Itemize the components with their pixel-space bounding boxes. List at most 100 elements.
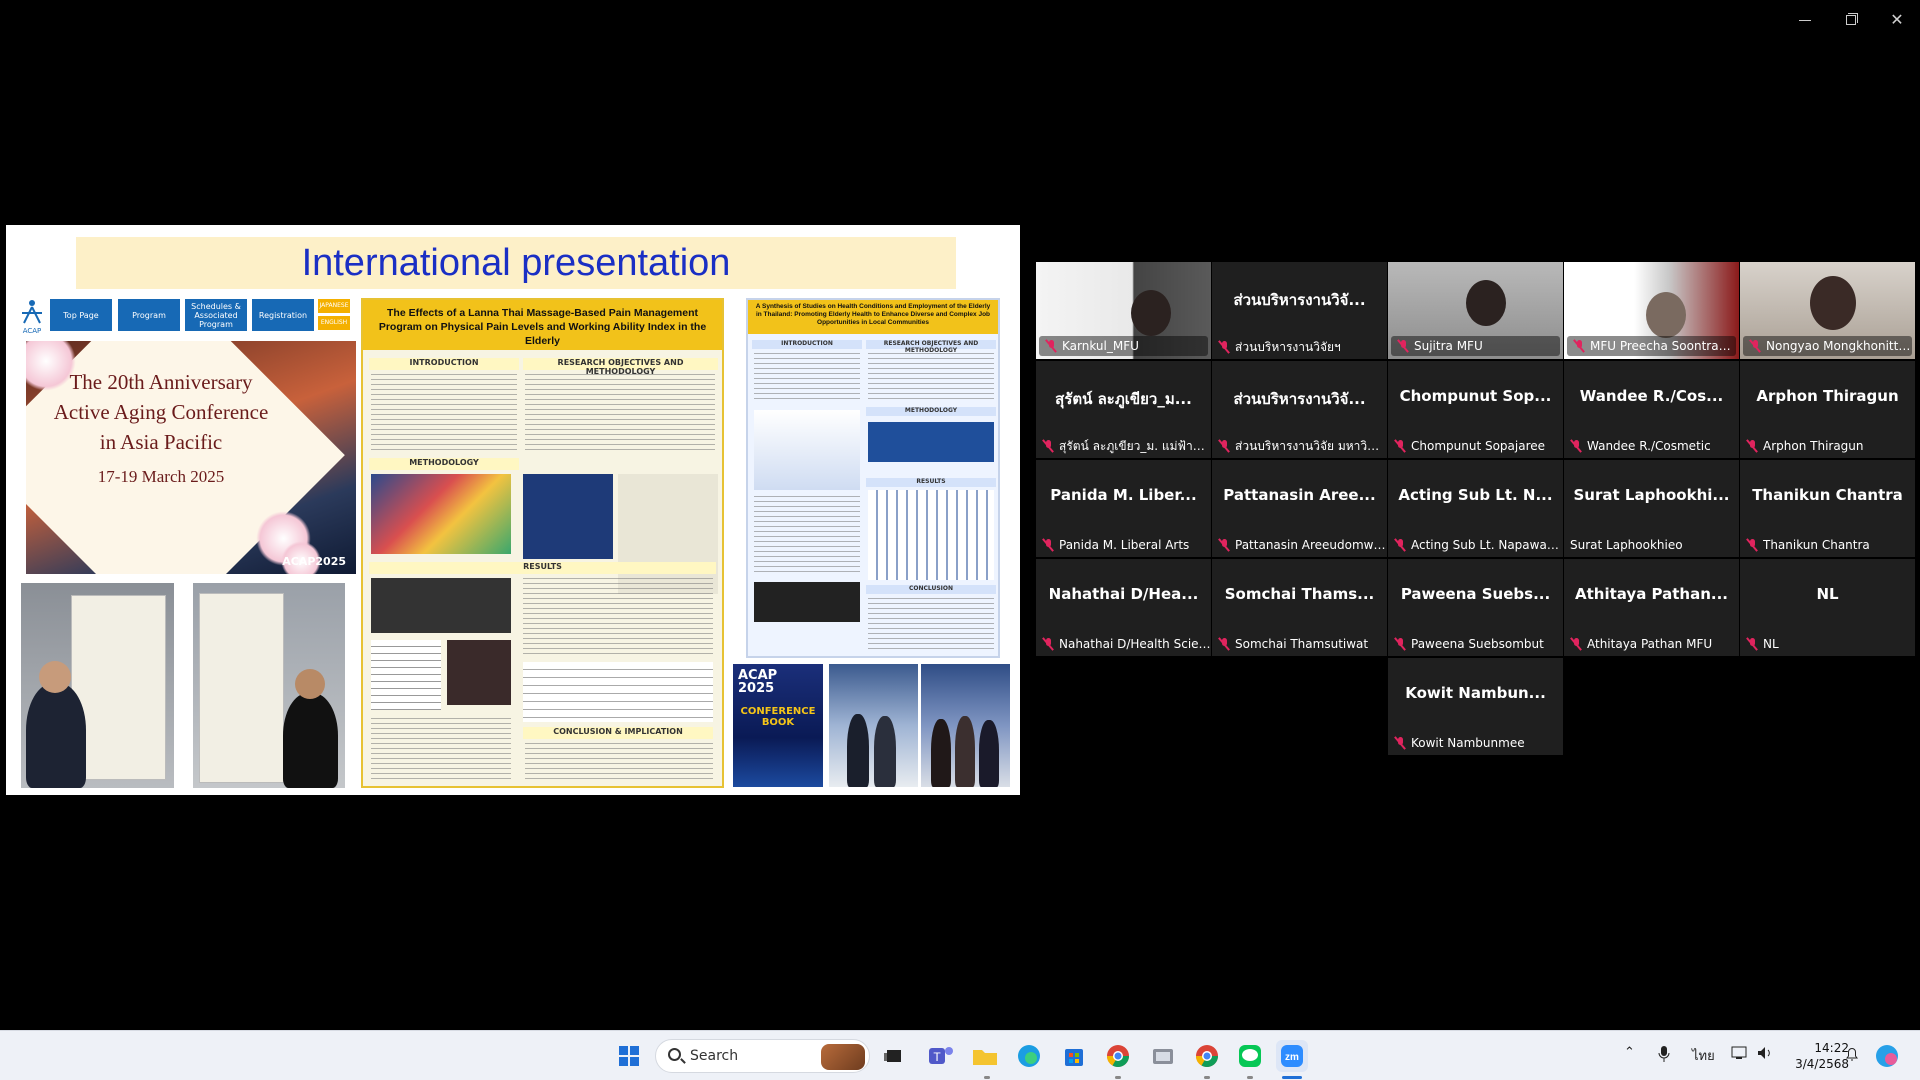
notifications-button[interactable] (1844, 1045, 1860, 1067)
store-app[interactable] (1058, 1040, 1090, 1072)
acap-nav-bar: ACAP Top Page Program Schedules & Associ… (18, 297, 355, 335)
taskbar-search[interactable]: Search (655, 1039, 870, 1073)
muted-mic-icon (1573, 339, 1585, 353)
restore-button[interactable] (1831, 8, 1871, 32)
edge-app[interactable] (1013, 1040, 1045, 1072)
folder-icon (973, 1050, 997, 1065)
lang-japanese: JAPANESE (318, 299, 350, 313)
photos-icon (1153, 1049, 1173, 1064)
taskbar-clock[interactable]: 14:22 3/4/2568 (1783, 1040, 1849, 1072)
start-button[interactable] (613, 1040, 645, 1072)
participant-tile[interactable]: MFU Preecha Soontranan (1564, 262, 1739, 359)
participant-name: MFU Preecha Soontranan (1590, 339, 1736, 353)
conference-book-line-3: CONFERENCE BOOK (740, 706, 816, 728)
participant-tile[interactable]: Kowit Nambun... Kowit Nambunmee (1388, 658, 1563, 755)
muted-mic-icon (1218, 538, 1230, 552)
participant-tile[interactable]: Chompunut Sop... Chompunut Sopajaree (1388, 361, 1563, 458)
lang-english: ENGLISH (318, 316, 350, 330)
participant-tile[interactable]: Surat Laphookhi... Surat Laphookhieo (1564, 460, 1739, 557)
muted-mic-icon (1746, 538, 1758, 552)
participant-name-label: Surat Laphookhieo (1564, 535, 1739, 555)
line-app[interactable] (1234, 1040, 1266, 1072)
chrome-icon (1107, 1045, 1129, 1067)
participant-tile[interactable]: สุรัตน์ ละภูเขียว_ม... สุรัตน์ ละภูเขียว_… (1036, 361, 1211, 458)
acap-nav-program: Program (118, 299, 180, 331)
participant-tile[interactable]: Sujitra MFU (1388, 262, 1563, 359)
minimize-icon (1799, 20, 1811, 21)
participant-name: Athitaya Pathan MFU (1587, 637, 1713, 651)
chrome2-running-indicator (1204, 1076, 1210, 1079)
chrome-app-2[interactable] (1191, 1040, 1223, 1072)
participant-display-name: Surat Laphookhi... (1573, 486, 1730, 504)
muted-mic-icon (1218, 637, 1230, 651)
banner-line-3: in Asia Pacific (99, 430, 223, 454)
photos-app[interactable] (1147, 1040, 1179, 1072)
store-icon (1065, 1049, 1083, 1066)
participant-name-label: สุรัตน์ ละภูเขียว_ม. แม่ฟ้าหลวง (1036, 436, 1211, 456)
participant-name-label: Paweena Suebsombut (1388, 634, 1563, 654)
poster1-section-results: RESULTS (369, 562, 716, 574)
conference-book-line-2: 2025 (738, 681, 775, 696)
windows-taskbar: Search T zm ⌃ ไทย 14:22 3/4/2568 (0, 1030, 1920, 1080)
zoom-active-indicator (1282, 1076, 1302, 1079)
participant-display-name: NL (1816, 585, 1839, 603)
participant-name-label: Arphon Thiragun (1740, 436, 1915, 456)
acap-nav-registration: Registration (252, 299, 314, 331)
participant-tile[interactable]: Arphon Thiragun Arphon Thiragun (1740, 361, 1915, 458)
participant-tile[interactable]: Karnkul_MFU (1036, 262, 1211, 359)
participant-display-name: Panida M. Liber... (1050, 486, 1197, 504)
participant-display-name: Pattanasin Aree... (1223, 486, 1376, 504)
close-button[interactable]: ✕ (1877, 8, 1917, 32)
participant-tile[interactable]: ส่วนบริหารงานวิจั... ส่วนบริหารงานวิจัย ม… (1212, 361, 1387, 458)
presentation-photo-2 (193, 583, 345, 788)
participant-display-name: Chompunut Sop... (1399, 387, 1552, 405)
tray-overflow-button[interactable]: ⌃ (1624, 1045, 1635, 1060)
presentation-photo-3 (829, 664, 918, 787)
zoom-app[interactable]: zm (1276, 1040, 1308, 1072)
participant-name-label: Pattanasin Areeudomwo... (1212, 535, 1387, 555)
participant-name-label: Somchai Thamsutiwat (1212, 634, 1387, 654)
close-icon: ✕ (1890, 10, 1904, 29)
muted-mic-icon (1394, 538, 1406, 552)
participant-tile[interactable]: Panida M. Liber... Panida M. Liberal Arts (1036, 460, 1211, 557)
muted-mic-icon (1570, 439, 1582, 453)
participant-tile[interactable]: Athitaya Pathan... Athitaya Pathan MFU (1564, 559, 1739, 656)
slide-title: International presentation (76, 237, 956, 289)
search-highlight-image (821, 1044, 865, 1070)
input-language[interactable]: ไทย (1692, 1045, 1715, 1066)
clock-time: 14:22 (1814, 1041, 1849, 1055)
participant-tile[interactable]: Nongyao Mongkhonittivech (1740, 262, 1915, 359)
teams-app[interactable]: T (924, 1040, 956, 1072)
participant-tile[interactable]: Pattanasin Aree... Pattanasin Areeudomwo.… (1212, 460, 1387, 557)
participant-name: Pattanasin Areeudomwo... (1235, 538, 1387, 552)
muted-mic-icon (1394, 637, 1406, 651)
file-explorer-app[interactable] (969, 1040, 1001, 1072)
participant-tile[interactable]: Acting Sub Lt. N... Acting Sub Lt. Napawa… (1388, 460, 1563, 557)
microphone-status[interactable] (1657, 1045, 1671, 1067)
participant-name-label: Chompunut Sopajaree (1388, 436, 1563, 456)
minimize-button[interactable] (1785, 8, 1825, 32)
banner-line-2: Active Aging Conference (53, 400, 269, 424)
muted-mic-icon (1218, 439, 1230, 453)
chrome-app-1[interactable] (1102, 1040, 1134, 1072)
participant-name-label: Acting Sub Lt. Napawat ... (1388, 535, 1563, 555)
participant-tile[interactable]: Paweena Suebs... Paweena Suebsombut (1388, 559, 1563, 656)
muted-mic-icon (1749, 339, 1761, 353)
poster2-section-results: RESULTS (866, 478, 996, 487)
participant-tile[interactable]: Wandee R./Cos... Wandee R./Cosmetic (1564, 361, 1739, 458)
network-status[interactable] (1731, 1045, 1749, 1065)
participant-tile[interactable]: NL NL (1740, 559, 1915, 656)
volume-status[interactable] (1756, 1045, 1774, 1065)
zoom-icon: zm (1281, 1045, 1303, 1067)
participant-tile[interactable]: Thanikun Chantra Thanikun Chantra (1740, 460, 1915, 557)
participant-tile[interactable]: Somchai Thams... Somchai Thamsutiwat (1212, 559, 1387, 656)
participant-name-label: MFU Preecha Soontranan (1567, 336, 1736, 356)
copilot-button[interactable] (1872, 1041, 1902, 1071)
task-view-button[interactable] (878, 1040, 910, 1072)
participant-tile[interactable]: ส่วนบริหารงานวิจั... ส่วนบริหารงานวิจัยฯ (1212, 262, 1387, 359)
participant-display-name: Acting Sub Lt. N... (1398, 486, 1553, 504)
network-icon (1731, 1046, 1747, 1059)
participant-tile[interactable]: Nahathai D/Hea... Nahathai D/Health Scien… (1036, 559, 1211, 656)
poster1-section-intro: INTRODUCTION (369, 358, 519, 370)
muted-mic-icon (1042, 637, 1054, 651)
